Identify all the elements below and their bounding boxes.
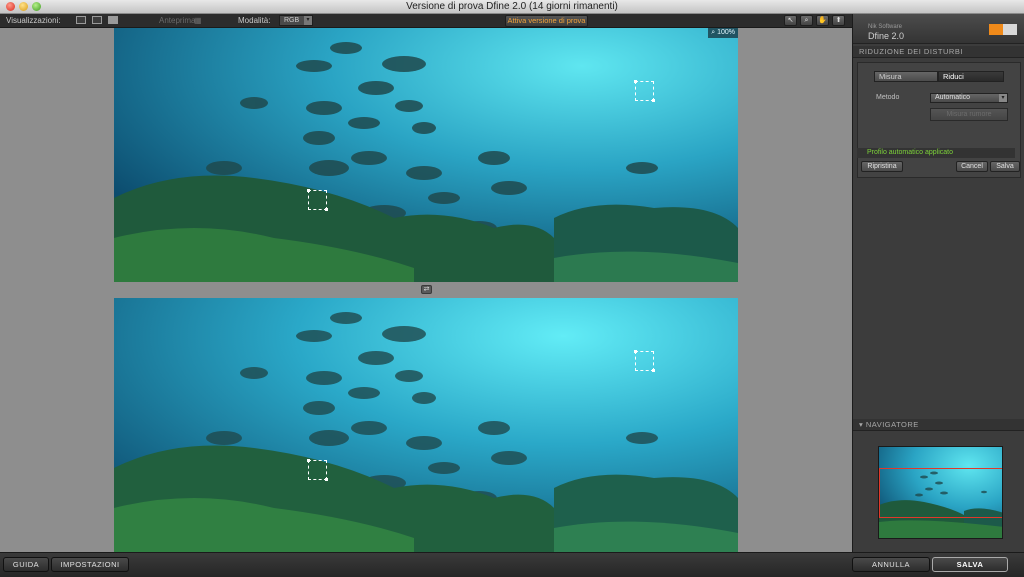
mode-value: RGB bbox=[284, 17, 300, 24]
tab-reduce[interactable]: Riduci bbox=[938, 71, 1004, 82]
status-message: Profilo automatico applicato bbox=[857, 148, 1015, 158]
method-label: Metodo bbox=[876, 94, 900, 101]
toolbar: Visualizzazioni: Anteprima ▦ Modalità: R… bbox=[0, 14, 852, 28]
zoom-level-badge: ⌕ 100% bbox=[708, 28, 738, 38]
after-preview-image[interactable] bbox=[114, 298, 738, 552]
before-preview-image[interactable]: ⌕ 100% bbox=[114, 28, 738, 282]
preview-canvas[interactable]: ⌕ 100% ⇄ bbox=[0, 28, 852, 552]
chevron-down-icon: ▾ bbox=[304, 16, 312, 25]
activate-trial-button[interactable]: Attiva versione di prova bbox=[505, 15, 588, 27]
control-point-marker[interactable] bbox=[307, 189, 328, 211]
navigator-thumbnail[interactable] bbox=[878, 446, 1003, 539]
control-point-marker[interactable] bbox=[634, 350, 655, 372]
method-select[interactable]: Automatico ▾ bbox=[930, 93, 1008, 103]
swap-views-icon[interactable]: ⇄ bbox=[421, 285, 432, 294]
arrow-tool-icon[interactable]: ↖ bbox=[784, 15, 797, 26]
panel-header: Nik Software Dfine 2.0 bbox=[853, 14, 1024, 44]
mode-select[interactable]: RGB ▾ bbox=[279, 15, 313, 26]
nik-logo-icon bbox=[989, 24, 1017, 35]
split-view-icon[interactable] bbox=[92, 16, 102, 24]
mode-label: Modalità: bbox=[238, 16, 271, 25]
save-button[interactable]: SALVA bbox=[932, 557, 1008, 572]
method-value: Automatico bbox=[935, 94, 971, 101]
measure-noise-button[interactable]: Misura rumore bbox=[930, 108, 1008, 121]
chevron-down-icon: ▾ bbox=[999, 94, 1007, 102]
single-view-icon[interactable] bbox=[76, 16, 86, 24]
right-panel: Nik Software Dfine 2.0 RIDUZIONE DEI DIS… bbox=[852, 14, 1024, 552]
product-name: Dfine 2.0 bbox=[868, 31, 905, 41]
clear-button[interactable]: Cancel bbox=[956, 161, 988, 172]
preview-label: Anteprima bbox=[159, 16, 196, 25]
side-by-side-view-icon[interactable] bbox=[108, 16, 118, 24]
control-point-marker[interactable] bbox=[634, 80, 655, 102]
zoom-level: 100% bbox=[717, 29, 735, 36]
navigator-viewport-rect[interactable] bbox=[879, 468, 1002, 518]
hand-tool-icon[interactable]: ✋ bbox=[816, 15, 829, 26]
navigator-section-title[interactable]: ▾ NAVIGATORE bbox=[853, 419, 1024, 431]
settings-button[interactable]: IMPOSTAZIONI bbox=[51, 557, 129, 572]
views-label: Visualizzazioni: bbox=[6, 16, 61, 25]
noise-reduction-section-title: RIDUZIONE DEI DISTURBI bbox=[853, 46, 1024, 58]
help-button[interactable]: GUIDA bbox=[3, 557, 49, 572]
title-bar: Versione di prova Dfine 2.0 (14 giorni r… bbox=[0, 0, 1024, 14]
bottom-bar: GUIDA IMPOSTAZIONI ANNULLA SALVA bbox=[0, 552, 1024, 577]
panel-save-button[interactable]: Salva bbox=[990, 161, 1020, 172]
control-point-marker[interactable] bbox=[307, 459, 328, 481]
cancel-button[interactable]: ANNULLA bbox=[852, 557, 930, 572]
reset-button[interactable]: Ripristina bbox=[861, 161, 903, 172]
navigator-label: NAVIGATORE bbox=[865, 420, 919, 429]
info-tool-icon[interactable]: ⬆ bbox=[832, 15, 845, 26]
preview-toggle-icon[interactable]: ▦ bbox=[194, 16, 202, 25]
zoom-tool-icon[interactable]: ⌕ bbox=[800, 15, 813, 26]
tab-measure[interactable]: Misura bbox=[874, 71, 938, 82]
brand-name: Nik Software bbox=[868, 24, 903, 30]
window-title: Versione di prova Dfine 2.0 (14 giorni r… bbox=[406, 1, 618, 12]
